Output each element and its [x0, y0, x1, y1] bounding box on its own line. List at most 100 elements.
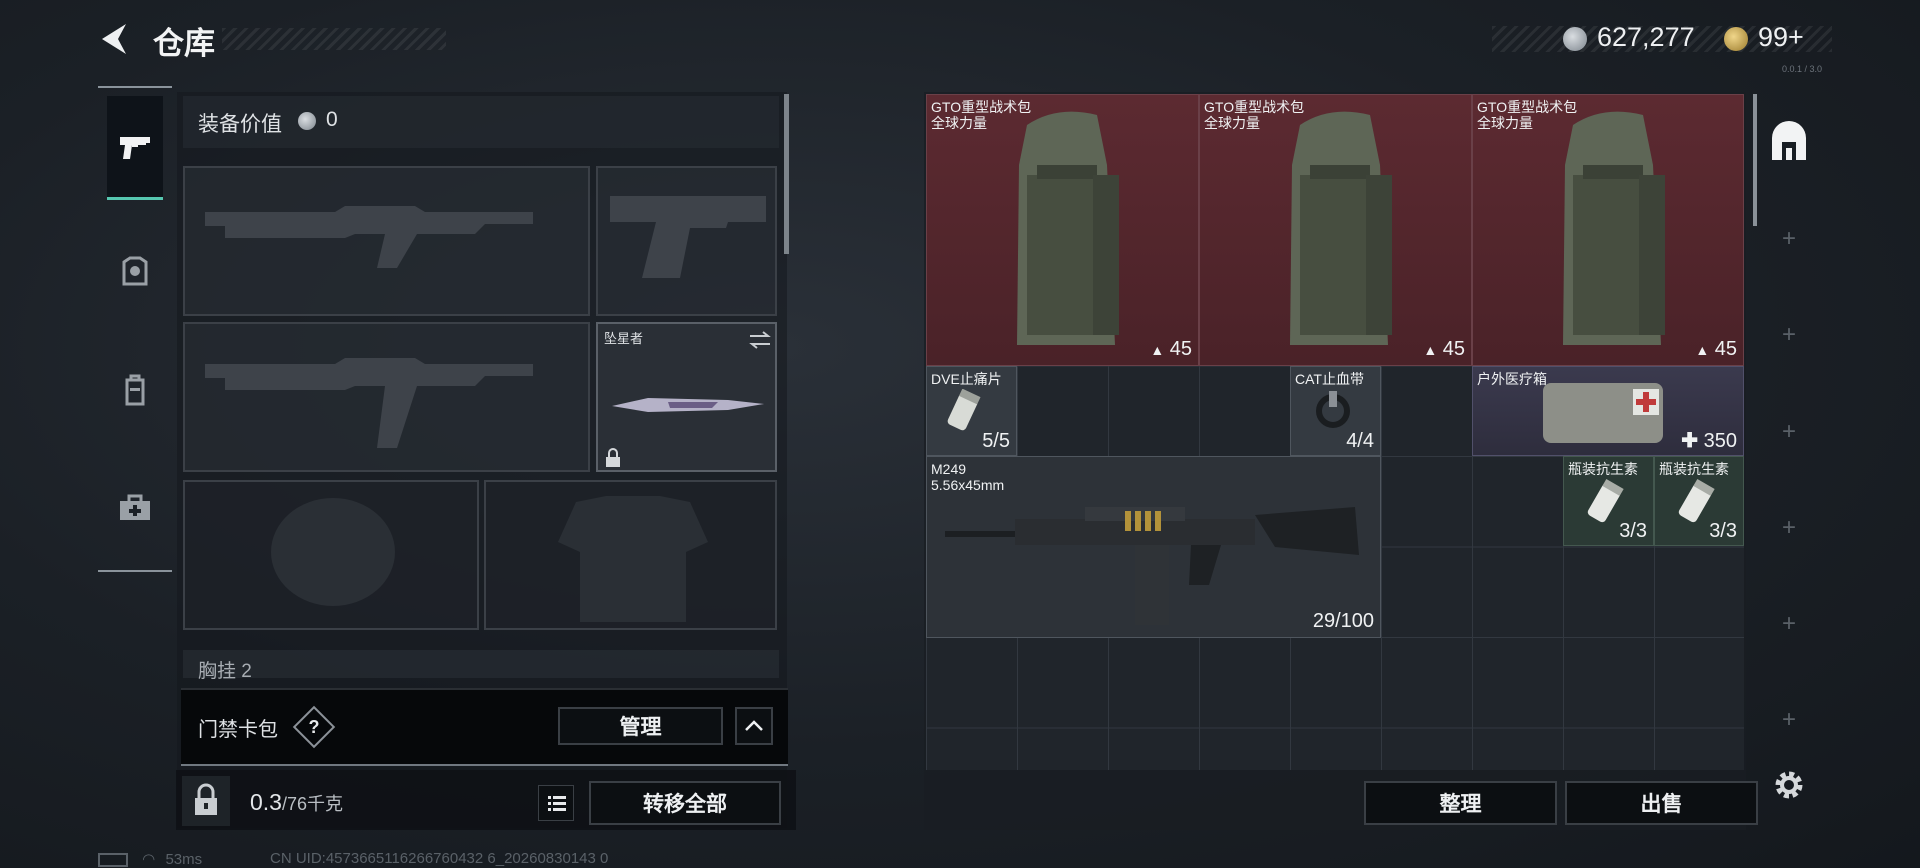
collapse-button[interactable] — [735, 707, 773, 745]
antibiotics-item[interactable]: 瓶装抗生素 3/3 — [1563, 456, 1654, 546]
weight-text: 0.3/76千克 — [250, 789, 344, 815]
item-count: 4/4 — [1346, 430, 1374, 452]
list-icon — [548, 796, 566, 811]
backpack-icon — [1290, 111, 1392, 346]
back-button[interactable] — [96, 20, 132, 58]
uid-text: CN UID:4573665116266760432 6_20260830143… — [270, 850, 609, 867]
heal-plus-icon: ✚ — [1681, 430, 1699, 452]
wifi-icon: ◠ — [142, 851, 156, 868]
access-card-label: 门禁卡包 — [198, 719, 278, 741]
backpack-item[interactable]: GTO重型战术包 全球力量 ▲ 45 — [1199, 94, 1472, 366]
equipment-scrollbar[interactable] — [784, 94, 789, 254]
backpack-icon — [1017, 111, 1119, 346]
stash-tab-icon — [1772, 121, 1806, 160]
pistol-icon — [120, 136, 150, 159]
capacity-icon: ▲ — [1423, 342, 1438, 358]
antibiotics-item[interactable]: 瓶装抗生素 3/3 — [1654, 456, 1744, 546]
lock-icon — [606, 448, 620, 467]
add-stash-tab-button[interactable]: + — [1777, 708, 1801, 732]
tourniquet-icon — [1316, 391, 1350, 428]
capacity-icon: ▲ — [1150, 342, 1165, 358]
pill-bottle-icon — [947, 389, 981, 431]
secondary-weapon-slot[interactable] — [183, 322, 590, 472]
pistol-slot[interactable] — [596, 166, 777, 316]
add-stash-tab-button[interactable]: + — [1777, 612, 1801, 636]
battery-icon — [98, 853, 128, 868]
back-arrow-icon — [102, 24, 126, 54]
device-status: ◠ 53ms — [98, 850, 202, 868]
knife-icon — [612, 398, 764, 412]
item-count: 29/100 — [1312, 610, 1374, 632]
armor-icon — [122, 256, 148, 286]
list-view-button[interactable] — [538, 785, 574, 821]
transfer-all-button[interactable]: 转移全部 — [589, 781, 781, 825]
tab-divider — [98, 86, 172, 88]
backpack-icon — [125, 374, 145, 406]
item-count: 5/5 — [982, 430, 1010, 452]
item-name: DVE止痛片 — [931, 371, 1002, 387]
medkit-item[interactable]: 户外医疗箱 ✚ 350 — [1472, 366, 1744, 456]
rifle-silhouette-icon — [205, 206, 533, 268]
add-stash-tab-button[interactable]: + — [1777, 227, 1801, 251]
item-count: 3/3 — [1709, 520, 1737, 542]
body-armor-slot[interactable] — [484, 480, 777, 630]
add-stash-tab-button[interactable]: + — [1777, 516, 1801, 540]
item-name: M249 — [931, 461, 967, 477]
item-name: 瓶装抗生素 — [1568, 461, 1638, 477]
manage-button[interactable]: 管理 — [558, 707, 723, 745]
item-count: 3/3 — [1619, 520, 1647, 542]
backpack-item[interactable]: GTO重型战术包 全球力量 ▲ 45 — [1472, 94, 1744, 366]
tab-weapons[interactable] — [107, 96, 163, 200]
helmet-slot[interactable] — [183, 480, 479, 630]
backpack-icon — [1563, 111, 1665, 346]
item-count: ▲ 45 — [1695, 338, 1737, 360]
swap-icon[interactable] — [748, 330, 772, 350]
equipment-value: 0 — [326, 108, 338, 131]
machine-gun-icon — [945, 507, 1359, 625]
add-stash-tab-button[interactable]: + — [1777, 323, 1801, 347]
chest-rig-row[interactable] — [183, 650, 779, 678]
sort-button[interactable]: 整理 — [1364, 781, 1557, 825]
tourniquet-item[interactable]: CAT止血带 4/4 — [1290, 366, 1381, 456]
helmet-silhouette-icon — [271, 498, 395, 606]
pistol-silhouette-icon — [610, 196, 766, 278]
melee-slot[interactable]: 坠星者 — [596, 322, 777, 472]
title-decoration — [222, 28, 446, 50]
sell-button[interactable]: 出售 — [1565, 781, 1758, 825]
equipment-value-label: 装备价值 — [198, 113, 282, 136]
m249-item[interactable]: M249 5.56x45mm 29/100 — [926, 456, 1381, 638]
item-subname: 全球力量 — [1204, 115, 1260, 131]
tab-divider — [98, 570, 172, 572]
item-subname: 全球力量 — [931, 115, 987, 131]
painkiller-item[interactable]: DVE止痛片 5/5 — [926, 366, 1017, 456]
weight-lock-button[interactable] — [182, 776, 230, 826]
stash-scrollbar[interactable] — [1753, 94, 1757, 226]
item-subname: 全球力量 — [1477, 115, 1533, 131]
stash-grid[interactable]: GTO重型战术包 全球力量 ▲ 45 GTO重型战术包 全球力量 ▲ 45 GT… — [926, 94, 1744, 770]
coin-icon — [298, 112, 316, 130]
ticket-amount[interactable]: 99+ — [1758, 22, 1804, 53]
chevron-up-icon — [745, 720, 763, 731]
tab-backpack[interactable] — [107, 338, 163, 442]
add-stash-tab-button[interactable]: + — [1777, 420, 1801, 444]
coin-icon — [1563, 27, 1587, 51]
item-count: ▲ 45 — [1150, 338, 1192, 360]
chest-rig-label: 胸挂 2 — [198, 661, 252, 682]
vest-silhouette-icon — [558, 496, 708, 622]
medkit-bag-icon — [1543, 383, 1663, 443]
rifle-silhouette-icon — [205, 358, 533, 448]
primary-weapon-slot[interactable] — [183, 166, 590, 316]
ticket-icon — [1724, 27, 1748, 51]
settings-button[interactable] — [1772, 768, 1806, 802]
melee-name: 坠星者 — [604, 331, 644, 346]
gear-icon — [1775, 771, 1803, 799]
backpack-item[interactable]: GTO重型战术包 全球力量 ▲ 45 — [926, 94, 1199, 366]
version-text: 0.0.1 / 3.0 — [1782, 64, 1823, 74]
tab-armor[interactable] — [107, 220, 163, 324]
medkit-icon — [120, 494, 150, 520]
tab-medical[interactable] — [107, 456, 163, 560]
item-name: 瓶装抗生素 — [1659, 461, 1729, 477]
item-count: ✚ 350 — [1681, 430, 1737, 452]
capacity-icon: ▲ — [1695, 342, 1710, 358]
stash-tab-main[interactable] — [1766, 120, 1812, 166]
